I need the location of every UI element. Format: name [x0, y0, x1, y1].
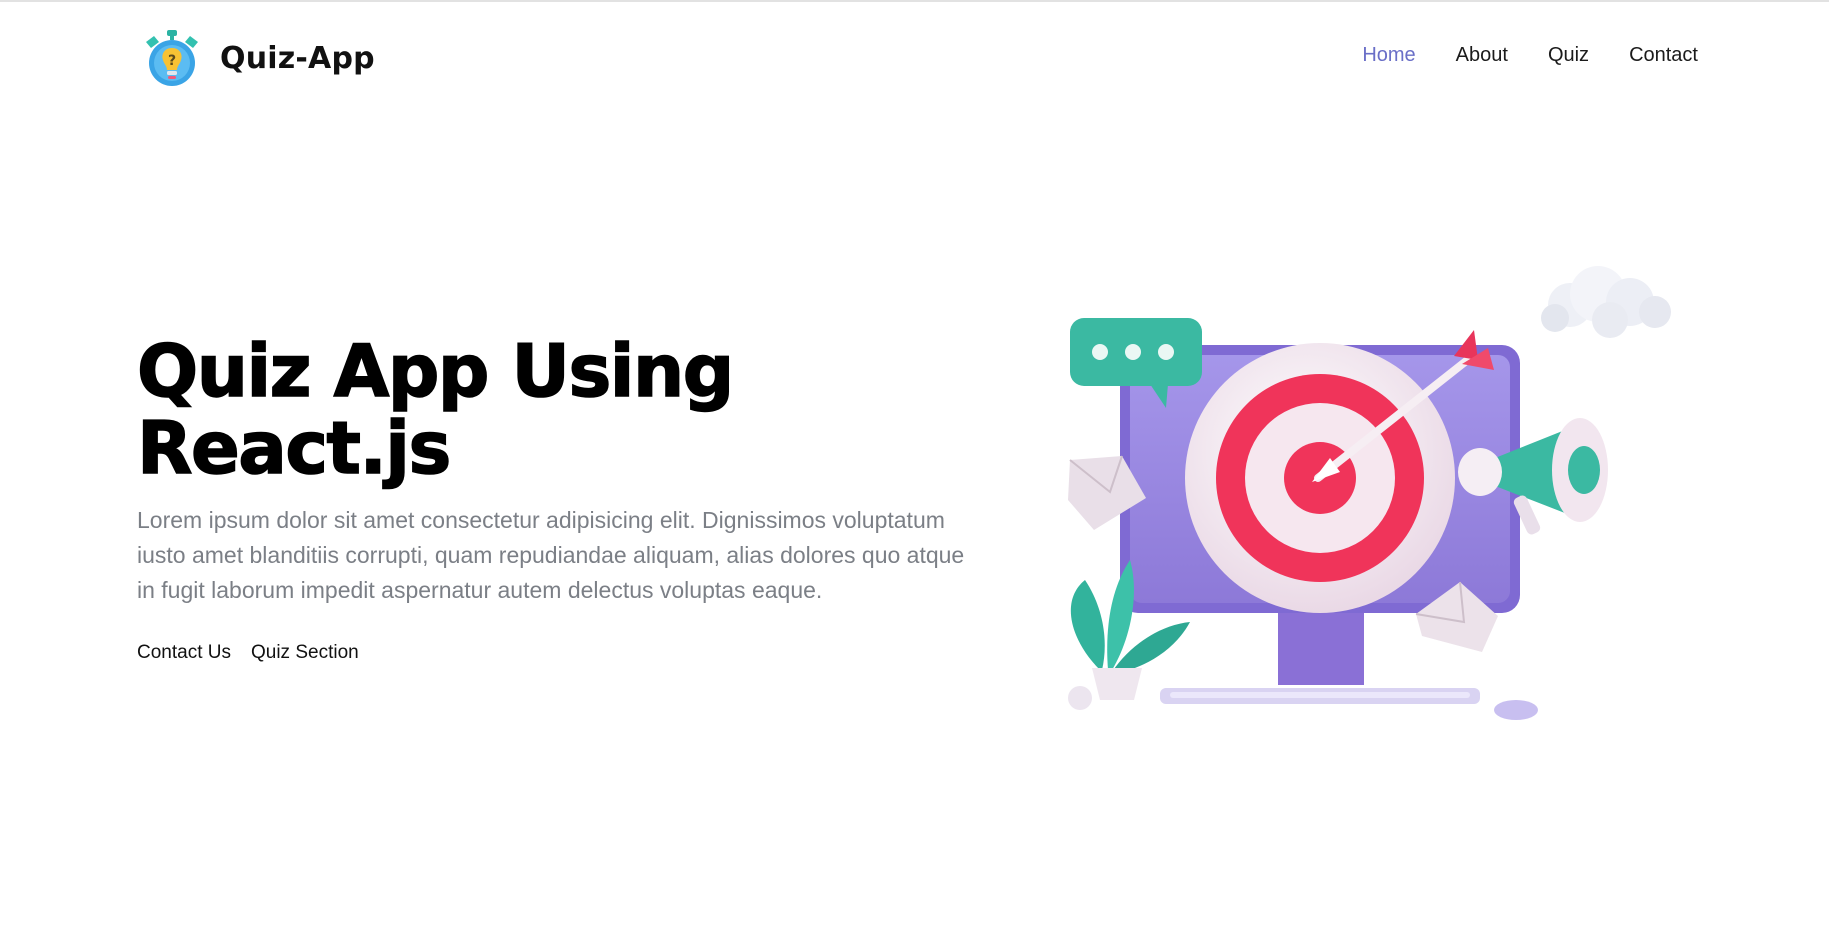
- quiz-section-link[interactable]: Quiz Section: [251, 642, 359, 664]
- contact-us-link[interactable]: Contact Us: [137, 642, 231, 664]
- brand-link[interactable]: ? Quiz-App: [140, 28, 375, 88]
- svg-text:?: ?: [168, 53, 176, 69]
- hero-title: Quiz App Using React.js: [136, 332, 977, 490]
- hero-title-line2: React.js: [136, 406, 452, 490]
- brand-name: Quiz-App: [220, 40, 375, 76]
- stopwatch-lightbulb-icon: ?: [146, 30, 198, 86]
- hero-section: Quiz App Using React.js Lorem ipsum dolo…: [136, 332, 977, 664]
- nav-home-link[interactable]: Home: [1362, 44, 1415, 67]
- monitor-stand: [1278, 605, 1364, 685]
- target-monitor-illustration: [1068, 266, 1671, 720]
- site-header: ? Quiz-App Home About Quiz Contact: [0, 0, 1829, 115]
- cloud-icon: [1541, 266, 1671, 338]
- mouse: [1494, 700, 1538, 720]
- main-nav: Home About Quiz Contact: [1362, 44, 1698, 67]
- hero-description: Lorem ipsum dolor sit amet consectetur a…: [137, 507, 965, 603]
- nav-contact-link[interactable]: Contact: [1629, 44, 1698, 67]
- nav-quiz-link[interactable]: Quiz: [1548, 44, 1589, 67]
- hero-title-line1: Quiz App Using: [136, 329, 735, 413]
- nav-about-link[interactable]: About: [1456, 44, 1508, 67]
- hero-links: Contact Us Quiz Section: [137, 642, 977, 664]
